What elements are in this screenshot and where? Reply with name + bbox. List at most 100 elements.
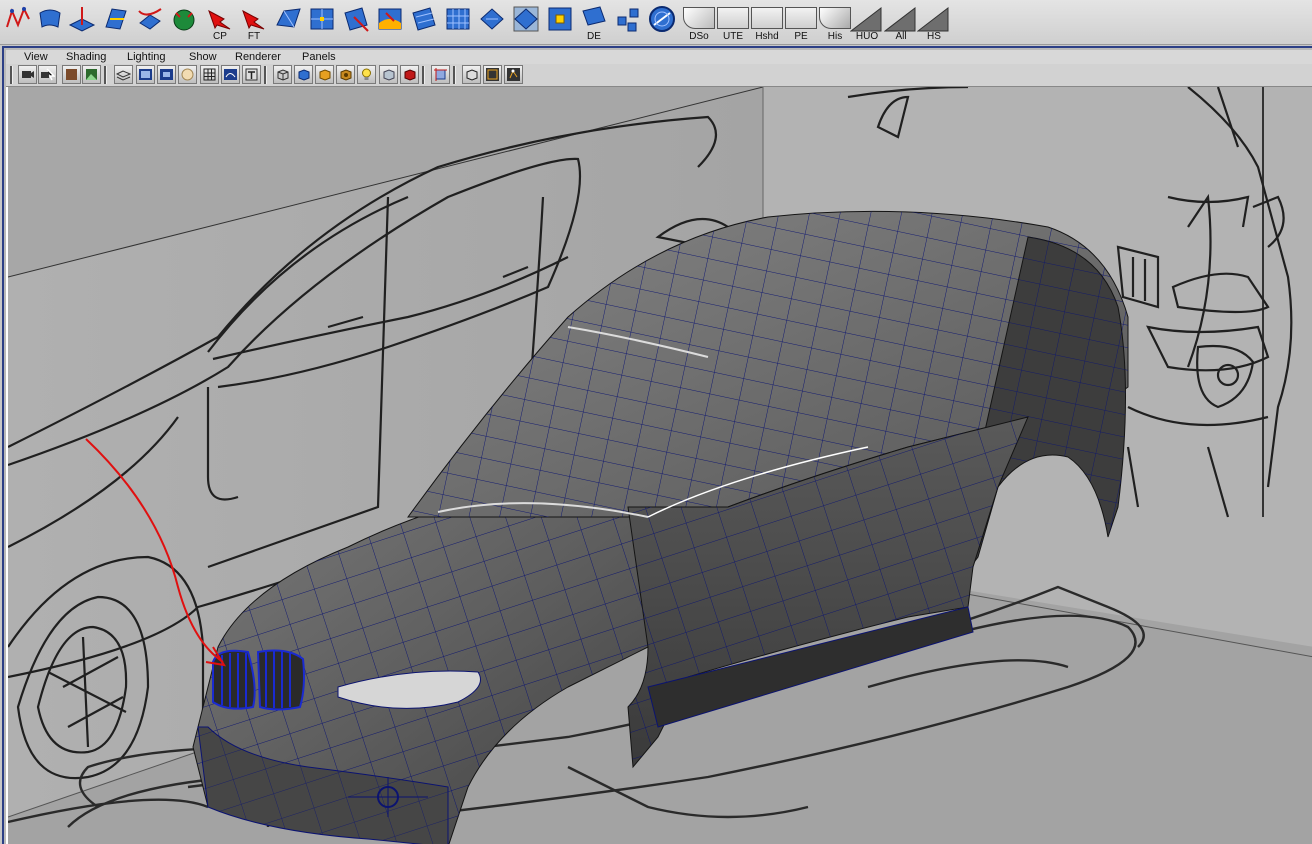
frame-selected-button[interactable] <box>157 65 176 84</box>
toolbar-separator <box>104 66 107 84</box>
box-blue-icon <box>298 69 310 81</box>
shelf-tool-offset[interactable] <box>476 4 508 42</box>
shader-ute[interactable]: UTE <box>716 4 750 42</box>
grid-surface-icon <box>446 8 470 30</box>
shelf-tool-extrude[interactable] <box>34 4 66 42</box>
isolate-icon <box>434 68 447 81</box>
render-button[interactable] <box>400 65 419 84</box>
frame-icon <box>160 69 173 80</box>
de-surface-icon <box>582 6 606 26</box>
lights-button[interactable] <box>357 65 376 84</box>
frame-icon <box>139 69 152 80</box>
shader-swatch <box>751 7 783 29</box>
shelf-tool-trim[interactable] <box>340 4 372 42</box>
texture-button[interactable] <box>242 65 261 84</box>
shader-swatch <box>717 7 749 29</box>
shelf-tool-globe[interactable] <box>646 4 678 42</box>
image-plane-button[interactable] <box>82 65 101 84</box>
menu-renderer[interactable]: Renderer <box>235 51 281 63</box>
hud-button[interactable] <box>504 65 523 84</box>
sphere-surface-icon <box>173 9 195 31</box>
shelf-tool-detach[interactable] <box>408 4 440 42</box>
isolate-button[interactable] <box>431 65 450 84</box>
shelf-tool-rail[interactable] <box>134 4 166 42</box>
bookmark-button[interactable] <box>62 65 81 84</box>
shelf-tool-align[interactable] <box>510 4 542 42</box>
skin-surface-icon <box>105 8 127 30</box>
align-surface-icon <box>513 6 539 32</box>
planar-surface-icon <box>68 7 96 32</box>
menu-shading[interactable]: Shading <box>66 51 106 63</box>
layers-icon <box>116 70 131 81</box>
shelf-tool-fillet[interactable] <box>272 4 304 42</box>
fillet-surface-icon <box>276 8 301 28</box>
shader-swatch <box>785 7 817 29</box>
ft-arrow-icon <box>242 9 265 30</box>
toolbar-separator <box>10 66 13 84</box>
shaded-button[interactable] <box>294 65 313 84</box>
shelf-tool-ft[interactable]: FT <box>238 4 270 42</box>
rail-surface-icon <box>138 8 162 30</box>
box-wire-icon <box>277 69 289 81</box>
menu-view[interactable]: View <box>24 51 48 63</box>
bounding-box-button[interactable] <box>273 65 292 84</box>
shader-hshd[interactable]: Hshd <box>750 4 784 42</box>
default-shading-button[interactable] <box>178 65 197 84</box>
select-camera-icon <box>41 68 55 81</box>
select-camera-button[interactable] <box>38 65 57 84</box>
shader-swatch <box>683 7 715 29</box>
safe-frame-button[interactable] <box>483 65 502 84</box>
smooth-wire-button[interactable] <box>221 65 240 84</box>
blend-icon <box>310 8 334 30</box>
shader-huo[interactable]: HUO <box>850 4 884 42</box>
wireframe-icon <box>203 68 216 81</box>
shelf-tool-grid[interactable] <box>442 4 474 42</box>
shelf-tool-patch[interactable] <box>374 4 406 42</box>
texture-icon <box>245 68 258 81</box>
shelf-tool-skin[interactable] <box>100 4 132 42</box>
grid-cube-icon <box>466 69 478 81</box>
panel-toolbar <box>6 64 1312 87</box>
xray-button[interactable] <box>379 65 398 84</box>
image-plane-icon <box>86 69 97 80</box>
shader-swatch-icon <box>850 7 882 32</box>
shelf-tool-curve[interactable] <box>2 4 34 42</box>
shelf-tool-sphere[interactable] <box>168 4 200 42</box>
shader-hs[interactable]: HS <box>917 4 951 42</box>
window-menubar: View Shading Lighting Show Renderer Pane… <box>6 50 1312 64</box>
shelf-tool-connect[interactable] <box>612 4 644 42</box>
shader-dso[interactable]: DSo <box>682 4 716 42</box>
frame-all-button[interactable] <box>136 65 155 84</box>
safe-frame-icon <box>486 68 499 81</box>
shader-swatch <box>819 7 851 29</box>
extrude-surface-icon <box>39 9 61 28</box>
box-red-icon <box>404 69 416 81</box>
wireframe-button[interactable] <box>200 65 219 84</box>
box-gray-icon <box>383 69 395 81</box>
shader-swatch-icon <box>884 7 916 32</box>
toolbar-separator <box>264 66 267 84</box>
smooth-wire-icon <box>224 69 237 80</box>
patch-icon <box>378 8 402 30</box>
shelf-tool-blend[interactable] <box>306 4 338 42</box>
menu-show[interactable]: Show <box>189 51 217 63</box>
menu-lighting[interactable]: Lighting <box>127 51 166 63</box>
modeling-window: View Shading Lighting Show Renderer Pane… <box>2 46 1312 844</box>
connect-icon <box>617 8 639 32</box>
box-textured-icon <box>340 69 352 81</box>
hardware-shade-button[interactable] <box>315 65 334 84</box>
camera-button[interactable] <box>18 65 37 84</box>
app-window: CP FT DE DSo UTE Hshd PE His HUO All HS … <box>0 0 1312 844</box>
camera-icon <box>22 71 34 78</box>
globe-icon <box>649 6 675 32</box>
sphere-icon <box>181 68 194 81</box>
shader-swatch-icon <box>917 7 949 32</box>
perspective-viewport[interactable] <box>6 87 1312 844</box>
shelf-tool-de[interactable]: DE <box>578 4 610 42</box>
menu-panels[interactable]: Panels <box>302 51 336 63</box>
grid-toggle-button[interactable] <box>462 65 481 84</box>
layers-button[interactable] <box>114 65 133 84</box>
textured-box-button[interactable] <box>336 65 355 84</box>
shelf-tool-planar[interactable] <box>66 4 98 42</box>
shader-pe[interactable]: PE <box>784 4 818 42</box>
